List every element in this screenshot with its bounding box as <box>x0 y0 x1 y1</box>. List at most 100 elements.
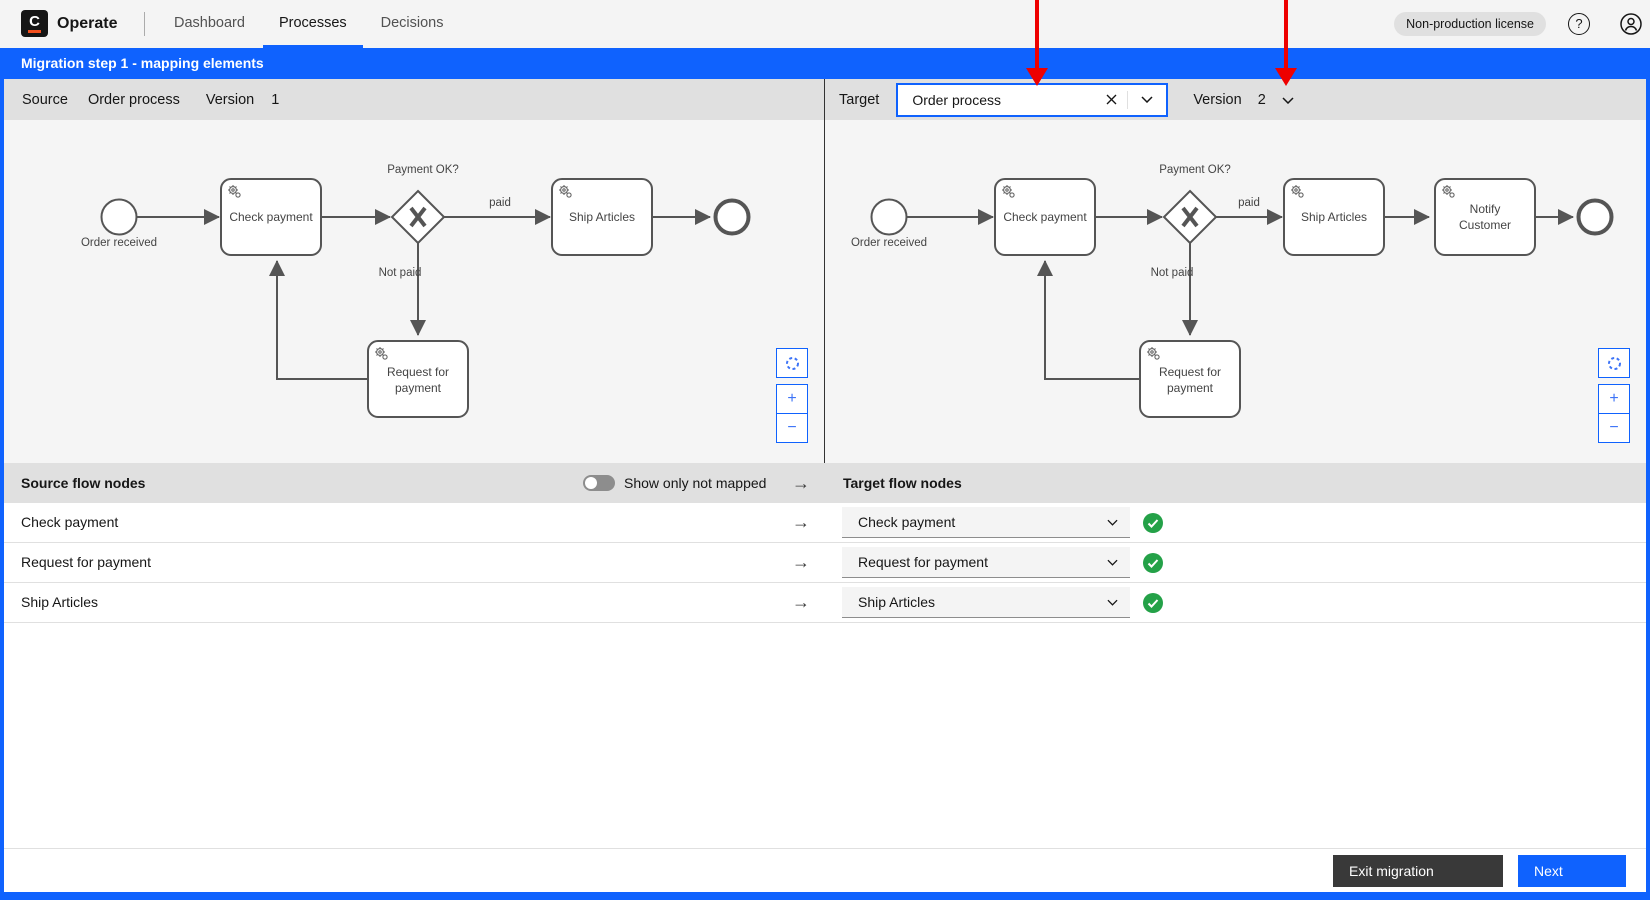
top-navbar: C Operate Dashboard Processes Decisions … <box>0 0 1650 48</box>
target-node-value: Ship Articles <box>842 594 1094 610</box>
logo-letter: C <box>21 13 48 30</box>
target-task-notify-label-1: Notify <box>1470 202 1501 216</box>
mapping-table-header: Source flow nodes Show only not mapped →… <box>4 463 1646 503</box>
chevron-down-icon <box>1094 519 1130 526</box>
target-task-request-label-2: payment <box>1167 381 1214 395</box>
source-end-event[interactable] <box>716 201 749 234</box>
source-start-label: Order received <box>81 237 157 249</box>
operate-migration-screen: C Operate Dashboard Processes Decisions … <box>0 0 1650 900</box>
target-label: Target <box>839 92 879 108</box>
target-node-select[interactable]: Request for payment <box>842 547 1130 578</box>
source-zoom-controls: + − <box>776 348 808 443</box>
target-task-ship-label: Ship Articles <box>1301 210 1367 224</box>
target-node-value: Request for payment <box>842 554 1094 570</box>
help-icon[interactable]: ? <box>1568 13 1590 35</box>
show-only-not-mapped-toggle[interactable] <box>583 475 615 491</box>
migration-footer: Exit migration Next <box>4 848 1646 892</box>
user-icon[interactable] <box>1620 13 1642 35</box>
target-start-event[interactable] <box>872 200 907 235</box>
exit-migration-button[interactable]: Exit migration <box>1333 855 1503 887</box>
migration-frame: Migration step 1 - mapping elements Sour… <box>0 48 1650 900</box>
target-not-paid-label: Not paid <box>1151 267 1194 279</box>
zoom-in-button[interactable]: + <box>776 384 808 414</box>
source-version-label: Version <box>206 92 254 108</box>
camunda-logo-icon[interactable]: C <box>21 10 48 37</box>
target-panel-header: Target Order process Version 2 <box>825 79 1646 120</box>
source-diagram-panel: Order received Check payment Payment OK?… <box>4 120 825 463</box>
target-paid-label: paid <box>1238 197 1260 209</box>
target-start-label: Order received <box>851 237 927 249</box>
version-chevron-down-icon[interactable] <box>1282 92 1294 108</box>
toggle-knob <box>585 477 597 489</box>
source-label: Source <box>22 92 68 108</box>
target-process-combobox[interactable]: Order process <box>896 83 1168 117</box>
chevron-down-icon[interactable] <box>1128 85 1166 115</box>
tab-decisions[interactable]: Decisions <box>365 0 460 48</box>
navbar-divider <box>144 12 145 36</box>
clear-icon[interactable] <box>1095 85 1127 115</box>
right-arrow-icon: → <box>792 503 810 542</box>
mapping-row-check-payment: Check payment → Check payment <box>4 503 1646 543</box>
source-paid-label: paid <box>489 197 511 209</box>
source-bpmn-diagram: Order received Check payment Payment OK?… <box>4 120 825 463</box>
reset-viewport-button[interactable] <box>776 348 808 378</box>
zoom-out-button[interactable]: − <box>776 413 808 443</box>
target-version-value: 2 <box>1258 92 1266 108</box>
right-arrow-icon: → <box>792 463 810 503</box>
target-diagram-panel: Order received Check payment Payment OK?… <box>825 120 1646 463</box>
source-not-paid-label: Not paid <box>379 267 422 279</box>
target-bpmn-diagram: Order received Check payment Payment OK?… <box>825 120 1645 463</box>
target-flow-loop <box>1045 261 1140 379</box>
source-task-request-label-1: Request for <box>387 365 449 379</box>
mapping-row-request-for-payment: Request for payment → Request for paymen… <box>4 543 1646 583</box>
source-flow-nodes-header: Source flow nodes <box>21 463 145 503</box>
license-badge: Non-production license <box>1394 12 1546 36</box>
logo-underline <box>28 30 41 33</box>
right-arrow-icon: → <box>792 583 810 622</box>
mapped-check-icon <box>1143 593 1163 613</box>
mapping-empty-area <box>4 623 1646 848</box>
target-node-select[interactable]: Check payment <box>842 507 1130 538</box>
source-task-request-label-2: payment <box>395 381 442 395</box>
target-version-label: Version <box>1193 92 1241 108</box>
source-node-name: Check payment <box>21 503 118 542</box>
target-node-select[interactable]: Ship Articles <box>842 587 1130 618</box>
target-flow-nodes-header: Target flow nodes <box>843 463 962 503</box>
next-button[interactable]: Next <box>1518 855 1626 887</box>
mapped-check-icon <box>1143 513 1163 533</box>
source-task-ship-label: Ship Articles <box>569 210 635 224</box>
target-task-check-label: Check payment <box>1003 210 1087 224</box>
source-process-name: Order process <box>88 92 180 108</box>
source-task-check-label: Check payment <box>229 210 313 224</box>
tab-dashboard[interactable]: Dashboard <box>158 0 261 48</box>
right-arrow-icon: → <box>792 543 810 582</box>
source-gateway-label: Payment OK? <box>387 164 459 176</box>
target-end-event[interactable] <box>1579 201 1612 234</box>
toggle-label: Show only not mapped <box>624 463 766 503</box>
app-name: Operate <box>57 0 117 48</box>
reset-viewport-button[interactable] <box>1598 348 1630 378</box>
source-version-value: 1 <box>271 92 279 108</box>
panel-headers: Source Order process Version 1 Target Or… <box>4 79 1646 120</box>
zoom-in-button[interactable]: + <box>1598 384 1630 414</box>
diagram-row: Order received Check payment Payment OK?… <box>4 120 1646 463</box>
target-zoom-controls: + − <box>1598 348 1630 443</box>
source-node-name: Ship Articles <box>21 583 98 622</box>
tab-processes[interactable]: Processes <box>263 0 363 48</box>
source-panel-header: Source Order process Version 1 <box>4 79 825 120</box>
target-gateway-label: Payment OK? <box>1159 164 1231 176</box>
target-task-notify-label-2: Customer <box>1459 218 1511 232</box>
source-flow-loop <box>277 261 368 379</box>
migration-banner: Migration step 1 - mapping elements <box>4 48 1646 79</box>
target-task-request-label-1: Request for <box>1159 365 1221 379</box>
target-node-value: Check payment <box>842 514 1094 530</box>
mapped-check-icon <box>1143 553 1163 573</box>
source-node-name: Request for payment <box>21 543 151 582</box>
nav-tabs: Dashboard Processes Decisions <box>158 0 462 48</box>
mapping-row-ship-articles: Ship Articles → Ship Articles <box>4 583 1646 623</box>
target-process-value: Order process <box>898 92 1095 108</box>
chevron-down-icon <box>1094 599 1130 606</box>
source-start-event[interactable] <box>102 200 137 235</box>
chevron-down-icon <box>1094 559 1130 566</box>
zoom-out-button[interactable]: − <box>1598 413 1630 443</box>
